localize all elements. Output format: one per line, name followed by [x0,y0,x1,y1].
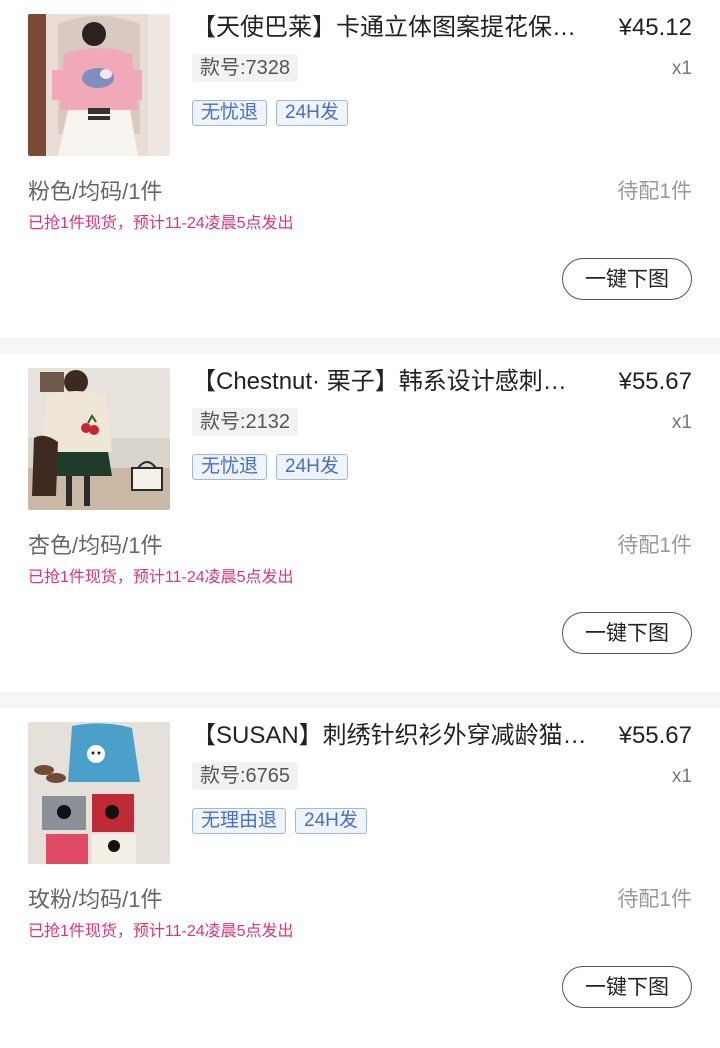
sku-badge: 款号:7328 [192,54,299,82]
section-divider [0,338,720,354]
pending-status: 待配1件 [617,180,692,203]
quantity: x1 [671,58,692,79]
product-image[interactable] [28,368,170,510]
product-price: ¥55.67 [618,368,692,395]
tag-worry-free-return: 无忧退 [192,454,268,480]
quantity: x1 [671,412,692,433]
product-spec: 粉色/均码/1件 [28,179,163,204]
product-price: ¥55.67 [618,722,692,749]
sku-badge: 款号:2132 [192,408,299,436]
order-list: 【天使巴莱】卡通立体图案提花保… ¥45.12 款号:7328 x1 无忧退 2… [0,0,720,1048]
quantity: x1 [671,766,692,787]
beige-cherry-sweater-photo [28,368,170,510]
tag-24h-ship: 24H发 [276,100,348,126]
product-image[interactable] [28,14,170,156]
shipping-note: 已抢1件现货，预计11-24凌晨5点发出 [28,569,294,586]
service-tags: 无理由退 24H发 [192,808,367,834]
tag-no-reason-return: 无理由退 [192,808,287,834]
section-divider [0,692,720,708]
pink-sweater-photo [28,14,170,156]
product-image[interactable] [28,722,170,864]
tag-24h-ship: 24H发 [276,454,348,480]
order-card: 【Chestnut· 栗子】韩系设计感刺… ¥55.67 款号:2132 x1 … [0,354,720,692]
download-images-button[interactable]: 一键下图 [562,258,692,300]
product-price: ¥45.12 [618,14,692,41]
product-spec: 杏色/均码/1件 [28,533,163,558]
product-title[interactable]: 【天使巴莱】卡通立体图案提花保… [192,12,590,44]
service-tags: 无忧退 24H发 [192,454,348,480]
cat-knit-sweaters-photo [28,722,170,864]
download-images-button[interactable]: 一键下图 [562,966,692,1008]
shipping-note: 已抢1件现货，预计11-24凌晨5点发出 [28,215,294,232]
tag-24h-ship: 24H发 [295,808,367,834]
order-card: 【SUSAN】刺绣针织衫外穿减龄猫… ¥55.67 款号:6765 x1 无理由… [0,708,720,1048]
pending-status: 待配1件 [617,888,692,911]
product-title[interactable]: 【SUSAN】刺绣针织衫外穿减龄猫… [192,720,590,752]
sku-badge: 款号:6765 [192,762,299,790]
product-title[interactable]: 【Chestnut· 栗子】韩系设计感刺… [192,366,590,398]
download-images-button[interactable]: 一键下图 [562,612,692,654]
pending-status: 待配1件 [617,534,692,557]
tag-worry-free-return: 无忧退 [192,100,268,126]
service-tags: 无忧退 24H发 [192,100,348,126]
product-spec: 玫粉/均码/1件 [28,887,163,912]
order-card: 【天使巴莱】卡通立体图案提花保… ¥45.12 款号:7328 x1 无忧退 2… [0,0,720,338]
shipping-note: 已抢1件现货，预计11-24凌晨5点发出 [28,923,294,940]
